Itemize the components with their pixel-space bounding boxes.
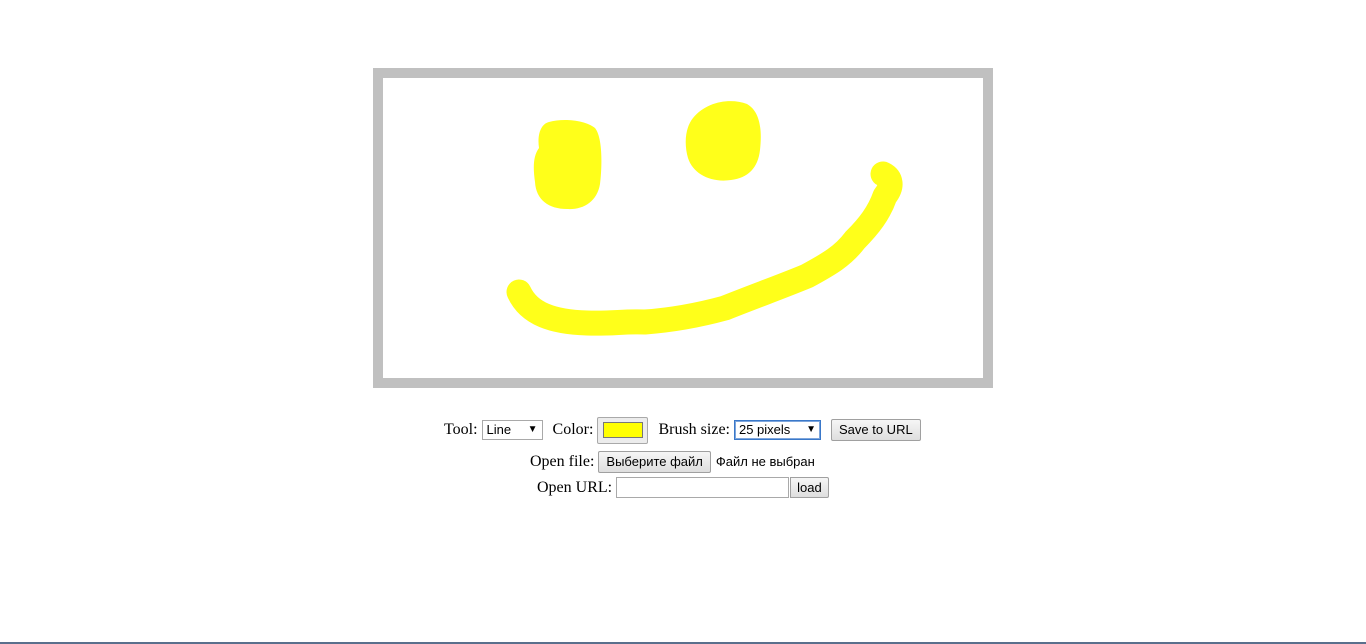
tool-select[interactable]: Line ▼ (481, 420, 543, 440)
open-file-row: Open file: Выберите файл Файл не выбран (530, 450, 815, 473)
url-input[interactable] (616, 477, 790, 498)
brush-size-label: Brush size: (658, 421, 730, 438)
load-button[interactable]: load (790, 477, 829, 498)
color-swatch (602, 422, 643, 438)
tool-select-value: Line (486, 422, 512, 437)
open-url-label: Open URL: (537, 478, 613, 496)
brush-size-value: 25 pixels (738, 422, 791, 437)
color-picker[interactable] (597, 416, 649, 444)
toolbar-row: Tool: Line ▼ Color: Brush size: 25 pixel… (444, 416, 921, 444)
left-eye-stroke (533, 120, 602, 210)
brush-size-select[interactable]: 25 pixels ▼ (733, 420, 821, 440)
chevron-down-icon: ▼ (806, 424, 816, 435)
chevron-down-icon: ▼ (527, 424, 538, 435)
open-url-row: Open URL: load (537, 476, 829, 499)
color-label: Color: (552, 421, 594, 438)
right-eye-stroke (685, 101, 761, 181)
drawing-surface[interactable] (373, 68, 993, 388)
save-to-url-button[interactable]: Save to URL (830, 419, 921, 441)
tool-label: Tool: (444, 421, 478, 438)
drawing-canvas[interactable] (373, 68, 993, 388)
choose-file-button[interactable]: Выберите файл (598, 450, 711, 473)
file-status-text: Файл не выбран (715, 454, 815, 469)
open-file-label: Open file: (530, 452, 595, 470)
